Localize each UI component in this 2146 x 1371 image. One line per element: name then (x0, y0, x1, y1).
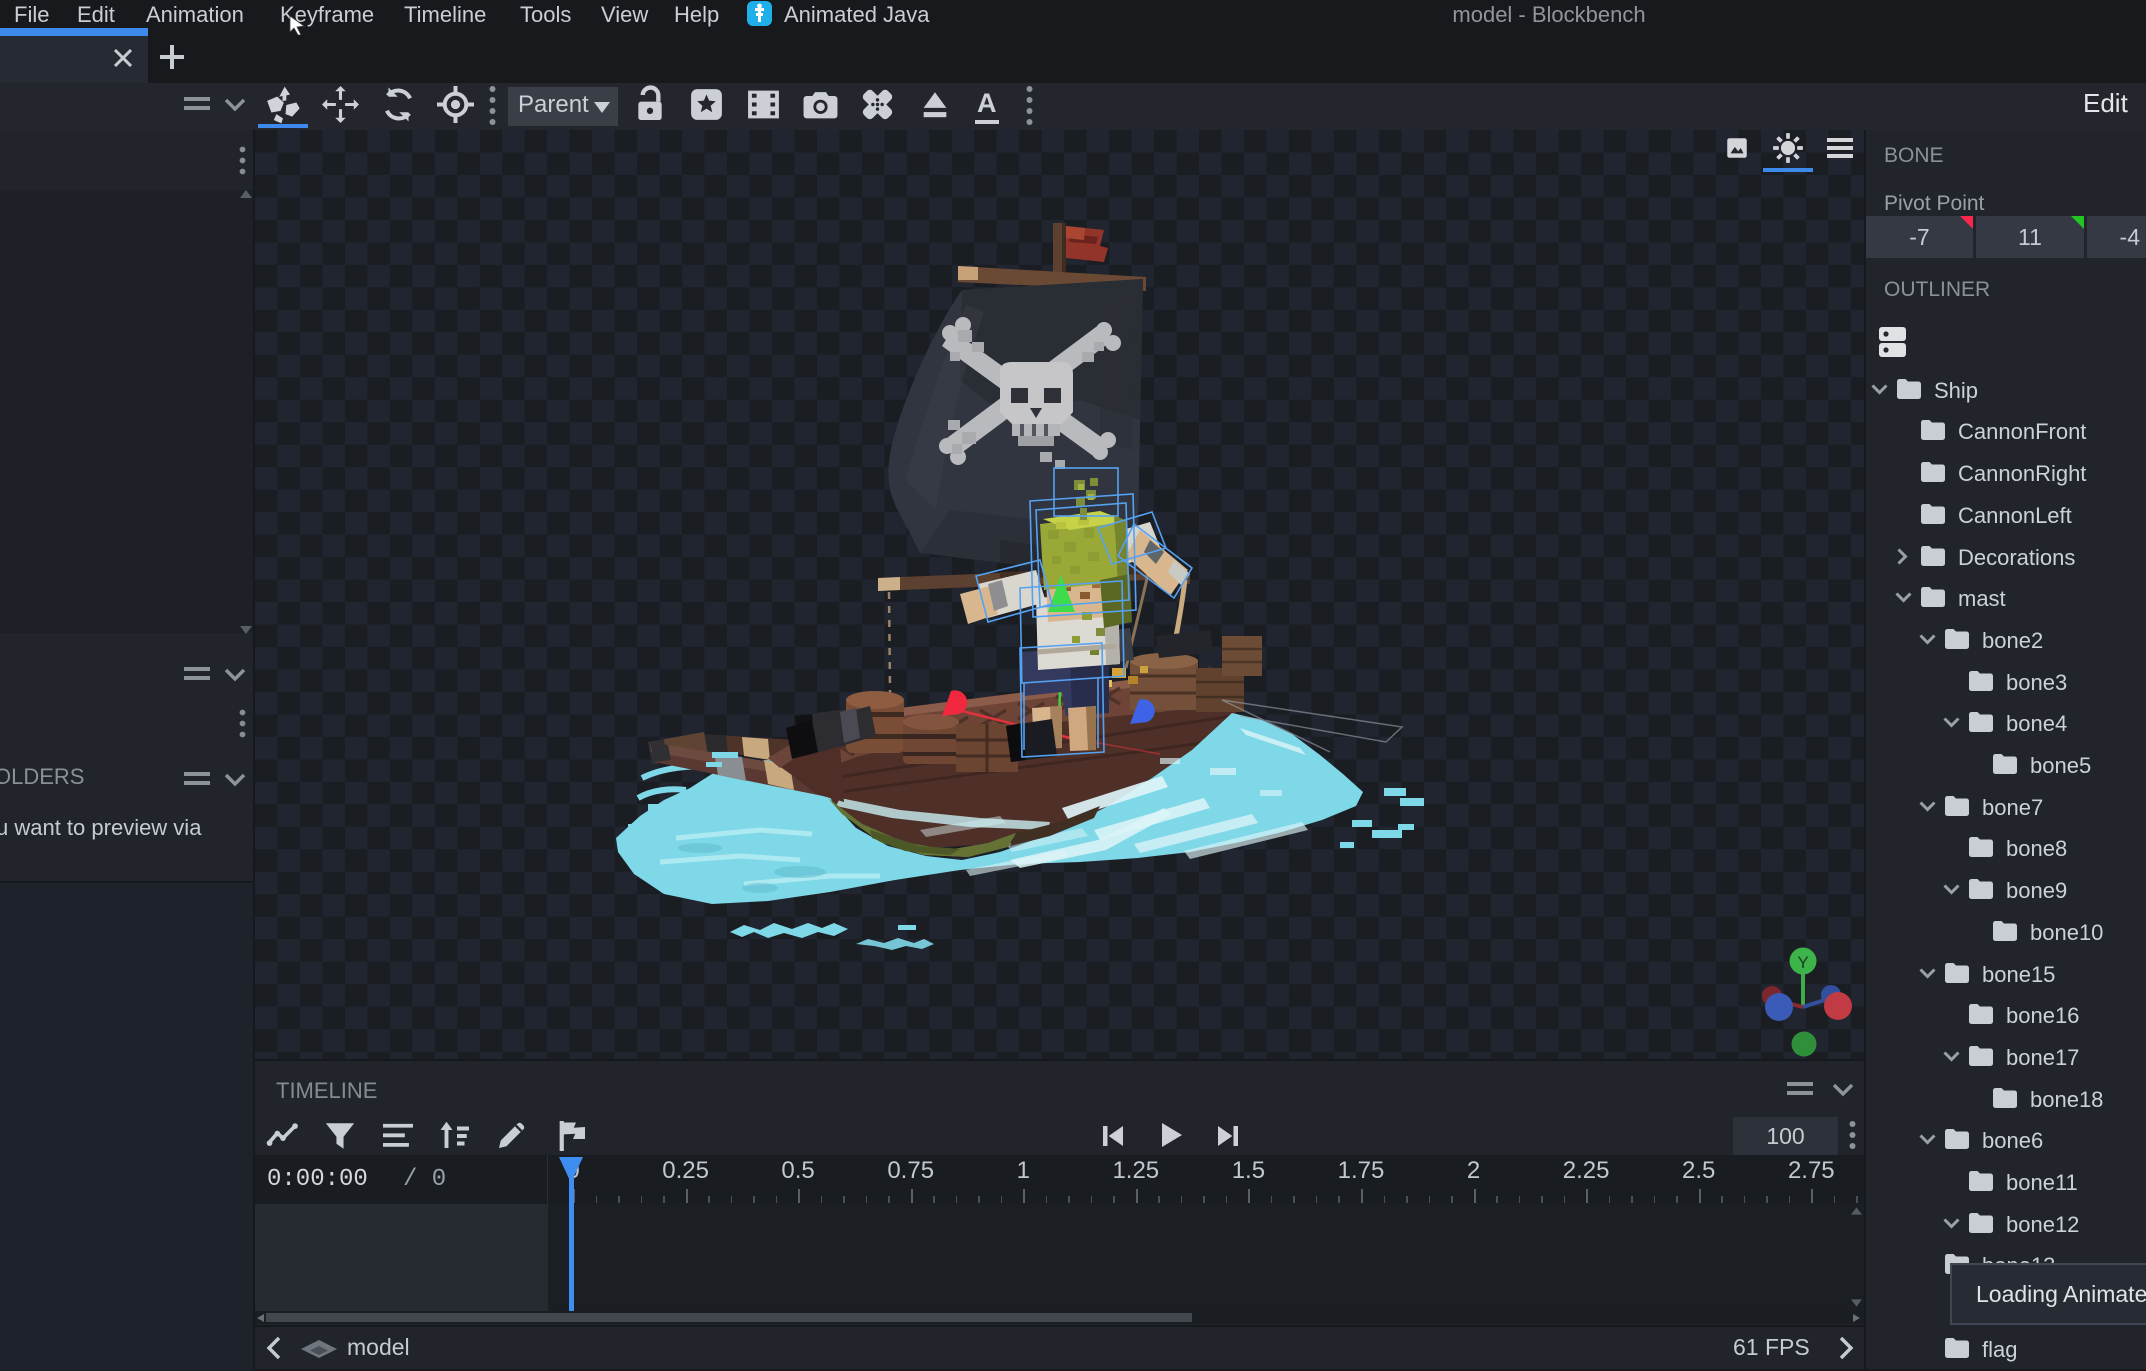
svg-text:Y: Y (1797, 953, 1808, 972)
